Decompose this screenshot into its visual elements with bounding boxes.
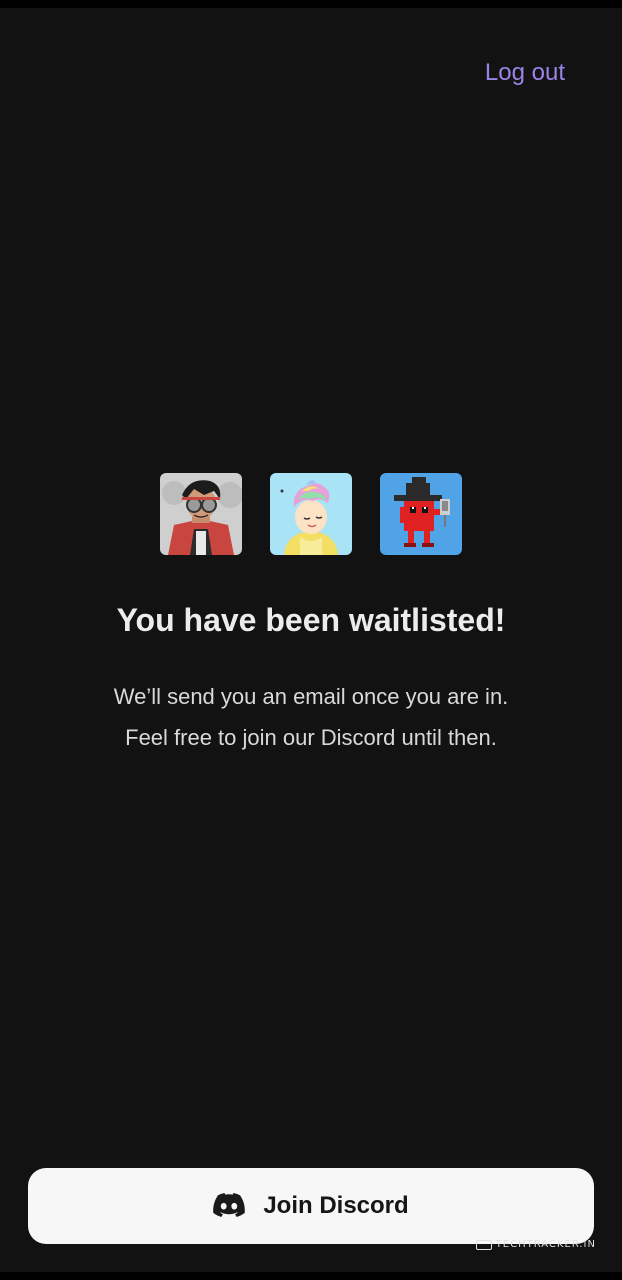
rainbow-swirl-character-avatar-icon bbox=[270, 473, 352, 555]
avatar-row bbox=[0, 473, 622, 555]
watermark-text: TECHTRACKER.IN bbox=[495, 1239, 596, 1250]
watermark-logo-icon bbox=[475, 1239, 492, 1250]
waitlist-screen: Log out You have been waitlisted! We’ll … bbox=[0, 8, 622, 1272]
watermark: TECHTRACKER.IN bbox=[475, 1239, 596, 1250]
goggles-character-avatar-icon bbox=[160, 473, 242, 555]
join-discord-button[interactable]: Join Discord bbox=[28, 1168, 594, 1244]
discord-logo-icon bbox=[213, 1193, 246, 1217]
red-witch-character-avatar-icon bbox=[380, 473, 462, 555]
waitlist-message: We’ll send you an email once you are in.… bbox=[0, 676, 622, 758]
logout-link[interactable]: Log out bbox=[485, 58, 565, 88]
page-title: You have been waitlisted! bbox=[116, 602, 506, 638]
join-discord-label: Join Discord bbox=[263, 1192, 409, 1219]
message-line-email: We’ll send you an email once you are in. bbox=[113, 684, 509, 709]
message-line-discord: Feel free to join our Discord until then… bbox=[125, 725, 497, 750]
